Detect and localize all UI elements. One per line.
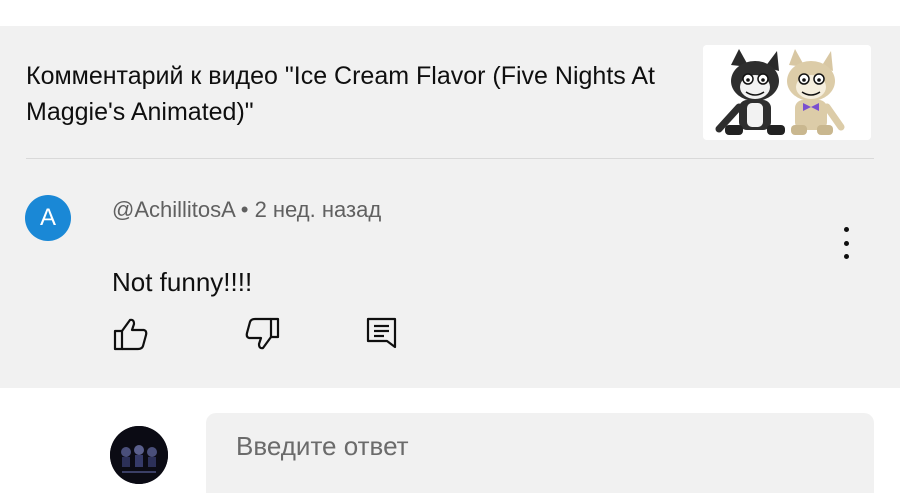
meta-separator: • bbox=[240, 197, 249, 222]
video-thumbnail-image bbox=[703, 45, 871, 140]
thumbs-down-icon bbox=[245, 317, 280, 350]
comment-text: Not funny!!!! bbox=[112, 267, 253, 297]
thumbs-up-icon bbox=[113, 318, 148, 351]
video-title[interactable]: Комментарий к видео "Ice Cream Flavor (F… bbox=[26, 58, 666, 130]
comment-time: 2 нед. назад bbox=[254, 197, 382, 222]
reply-button[interactable] bbox=[362, 314, 402, 354]
more-options-icon[interactable] bbox=[834, 221, 858, 265]
user-avatar-image bbox=[110, 426, 168, 484]
comment-panel: Комментарий к видео "Ice Cream Flavor (F… bbox=[0, 26, 900, 388]
reply-area bbox=[0, 388, 900, 493]
video-thumbnail[interactable] bbox=[703, 45, 871, 140]
user-avatar[interactable] bbox=[110, 426, 168, 484]
reply-input[interactable] bbox=[206, 413, 874, 493]
comment-meta: @AchillitosA • 2 нед. назад bbox=[112, 196, 381, 224]
commenter-avatar[interactable]: A bbox=[25, 195, 71, 241]
dislike-button[interactable] bbox=[242, 314, 282, 354]
comment-author[interactable]: @AchillitosA bbox=[112, 197, 235, 222]
avatar-letter: A bbox=[39, 204, 56, 231]
like-button[interactable] bbox=[111, 314, 151, 354]
reply-comment-icon bbox=[366, 317, 397, 349]
section-divider bbox=[26, 158, 874, 159]
